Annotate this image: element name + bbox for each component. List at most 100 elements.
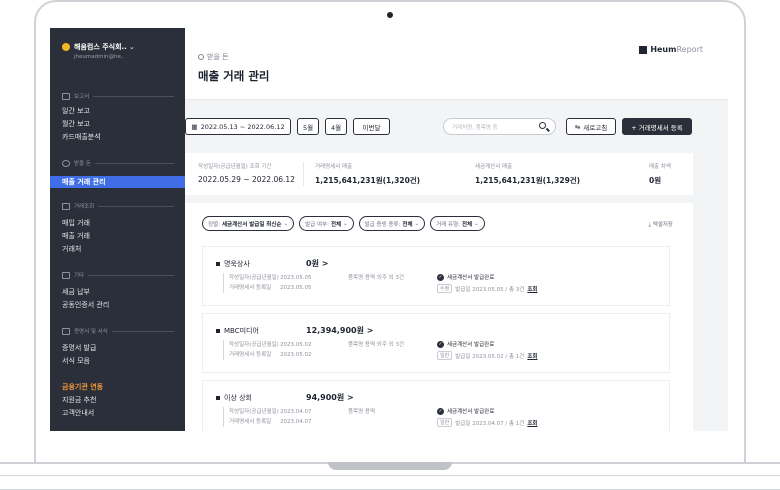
receivable-icon <box>198 54 204 60</box>
amount-link[interactable]: 0원 > <box>306 258 328 269</box>
view-link[interactable]: 조회 <box>527 352 537 360</box>
written-date: 2023.04.07 <box>280 409 312 415</box>
tax-invoice-sales-value: 1,215,641,231원(1,329건) <box>475 176 581 185</box>
laptop-base-edge <box>0 475 780 490</box>
view-link[interactable]: 조회 <box>527 419 537 427</box>
sidebar-item-cert-management[interactable]: 공동인증서 관리 <box>62 300 109 310</box>
item-summary: 품목명 용역 <box>348 409 376 415</box>
sidebar-item-purchase[interactable]: 매입 거래 <box>62 218 90 228</box>
sort-filter-chip[interactable]: 정렬: 세금계산서 발급일 최신순 ⌄ <box>202 216 295 231</box>
breadcrumb: 받을 돈 <box>198 52 229 62</box>
etc-icon <box>62 271 70 279</box>
company-email: jheumadmin@he.. <box>74 54 125 60</box>
company-logo-icon <box>62 43 70 51</box>
main-content: 받을 돈 매출 거래 관리 Heum Report ▦ 2022.05.13 ~ 2… <box>185 28 728 431</box>
search-icon[interactable] <box>539 122 546 129</box>
sidebar-item-client[interactable]: 거래처 <box>62 244 81 254</box>
section-cert: 증명서 및 서식 <box>62 327 174 335</box>
bullet-icon <box>216 396 220 400</box>
chevron-down-icon: ⌄ <box>343 220 348 227</box>
section-report: 보고서 <box>62 92 174 100</box>
check-icon: ✓ <box>437 273 444 281</box>
laptop-mockup: 해움컴스 주식회.. ⌄ jheumadmin@he.. 보고서 일간 보고 월간… <box>0 0 780 490</box>
sidebar-item-tax-payment[interactable]: 세금 납부 <box>62 287 90 297</box>
tax-invoice-sales-label: 세금계산서 매출 <box>475 164 513 170</box>
view-link[interactable]: 조회 <box>527 285 537 293</box>
camera-dot <box>387 12 393 18</box>
amount-link[interactable]: 12,394,900원 > <box>306 325 373 336</box>
search-input[interactable]: 거래처명, 품목명 등 <box>443 118 556 135</box>
chevron-down-icon: ⌄ <box>128 43 135 51</box>
invoice-type-tag: 일반 <box>437 418 453 427</box>
registered-date: 2023.05.02 <box>280 352 312 358</box>
chevron-down-icon: ⌄ <box>283 220 289 227</box>
laptop-notch <box>328 462 452 470</box>
sidebar-item-finance-link[interactable]: 금융기관 연동 <box>62 382 103 392</box>
bullet-icon <box>216 329 220 333</box>
page-header: 받을 돈 매출 거래 관리 Heum Report <box>185 28 728 100</box>
download-icon: ⤓ <box>648 222 651 228</box>
bullet-icon <box>216 262 220 266</box>
issue-status-filter-chip[interactable]: 발급 여부: 전체 ⌄ <box>299 216 354 231</box>
document-type-filter-chip[interactable]: 발급 증빙 종류: 전체 ⌄ <box>358 216 426 231</box>
sidebar-item-card[interactable]: 카드매출분석 <box>62 132 101 142</box>
receivable-icon <box>62 159 70 167</box>
issue-status: ✓ 세금계산서 발급완료 <box>437 340 495 348</box>
refresh-icon: ⇆ <box>574 122 581 131</box>
period-value: 2022.05.29 ~ 2022.06.12 <box>198 175 295 184</box>
sidebar-item-sales-management[interactable]: 매출 거래 관리 <box>50 176 185 188</box>
date-range-button[interactable]: ▦ 2022.05.13 ~ 2022.06.12 <box>185 118 291 135</box>
check-icon: ✓ <box>437 340 444 348</box>
document-icon <box>62 327 70 335</box>
month-4-button[interactable]: 4월 <box>325 118 347 135</box>
amount-link[interactable]: 94,900원 > <box>306 392 354 403</box>
section-transactions: 거래조회 <box>62 202 174 210</box>
invoice-type-tag: 수정 <box>437 284 453 293</box>
written-date: 2023.05.05 <box>280 275 312 281</box>
month-5-button[interactable]: 5월 <box>297 118 319 135</box>
written-date: 2023.05.02 <box>280 342 312 348</box>
transaction-card[interactable]: 이상 상회 94,900원 > 작성일자(공급년월일) 거래명세서 등록일 202… <box>202 380 670 431</box>
excel-save-button[interactable]: ⤓ 엑셀저장 <box>649 220 673 229</box>
item-summary: 품목명 용역 외주 외 3건 <box>348 275 405 281</box>
sales-diff-label: 매출 차액 <box>649 164 671 170</box>
client-name: 명욱상사 <box>224 260 250 268</box>
sidebar-item-daily[interactable]: 일간 보고 <box>62 106 90 116</box>
sidebar-item-forms[interactable]: 서식 모음 <box>62 356 90 366</box>
report-icon <box>62 92 70 100</box>
issue-status: ✓ 세금계산서 발급완료 <box>437 407 495 415</box>
transaction-list-panel: 정렬: 세금계산서 발급일 최신순 ⌄ 발급 여부: 전체 ⌄ 발급 증빙 종류: 전체 ⌄… <box>185 203 693 431</box>
register-statement-button[interactable]: + 거래명세서 등록 <box>622 118 692 135</box>
chevron-down-icon: ⌄ <box>414 220 420 227</box>
sidebar-item-guide[interactable]: 고객안내서 <box>62 408 94 418</box>
toolbar: ▦ 2022.05.13 ~ 2022.06.12 5월 4월 이번달 거래처명,… <box>185 118 728 142</box>
company-switcher[interactable]: 해움컴스 주식회.. ⌄ jheumadmin@he.. <box>62 42 135 60</box>
transaction-type-filter-chip[interactable]: 거래 유형: 전체 ⌄ <box>430 216 485 231</box>
registered-date: 2023.04.07 <box>280 419 312 425</box>
transaction-card[interactable]: MBC미디어 12,394,900원 > 작성일자(공급년월일) 거래명세서 등록… <box>202 313 670 373</box>
page-title: 매출 거래 관리 <box>198 69 270 83</box>
sidebar-item-cert-issue[interactable]: 증명서 발급 <box>62 343 96 353</box>
brand-logo: Heum Report <box>639 45 703 54</box>
sales-diff-value: 0원 <box>649 176 662 185</box>
sidebar-item-sales[interactable]: 매출 거래 <box>62 231 90 241</box>
sidebar-item-monthly[interactable]: 월간 보고 <box>62 119 90 129</box>
check-icon: ✓ <box>437 407 444 415</box>
this-month-button[interactable]: 이번달 <box>353 118 390 135</box>
transaction-card[interactable]: 명욱상사 0원 > 작성일자(공급년월일) 거래명세서 등록일 2023.05.0… <box>202 246 670 306</box>
app-screen: 해움컴스 주식회.. ⌄ jheumadmin@he.. 보고서 일간 보고 월간… <box>50 28 728 431</box>
registered-date: 2023.05.05 <box>280 285 312 291</box>
summary-panel: 작성일자(공급년월일) 조회 기간 2022.05.29 ~ 2022.06.1… <box>185 153 693 195</box>
statement-sales-value: 1,215,641,231원(1,320건) <box>315 176 421 185</box>
company-name: 해움컴스 주식회.. <box>74 43 127 51</box>
refresh-button[interactable]: ⇆ 새로고침 <box>566 118 616 135</box>
period-label: 작성일자(공급년월일) 조회 기간 <box>198 164 272 170</box>
calendar-icon: ▦ <box>191 122 198 131</box>
issue-status: ✓ 세금계산서 발급완료 <box>437 273 495 281</box>
statement-sales-label: 거래명세서 매출 <box>315 164 353 170</box>
filter-chips: 정렬: 세금계산서 발급일 최신순 ⌄ 발급 여부: 전체 ⌄ 발급 증빙 종류: 전체 ⌄… <box>202 216 485 231</box>
invoice-type-tag: 일반 <box>437 351 453 360</box>
section-etc: 기타 <box>62 271 174 279</box>
sidebar: 해움컴스 주식회.. ⌄ jheumadmin@he.. 보고서 일간 보고 월간… <box>50 28 185 431</box>
sidebar-item-grant[interactable]: 지원금 추천 <box>62 395 96 405</box>
